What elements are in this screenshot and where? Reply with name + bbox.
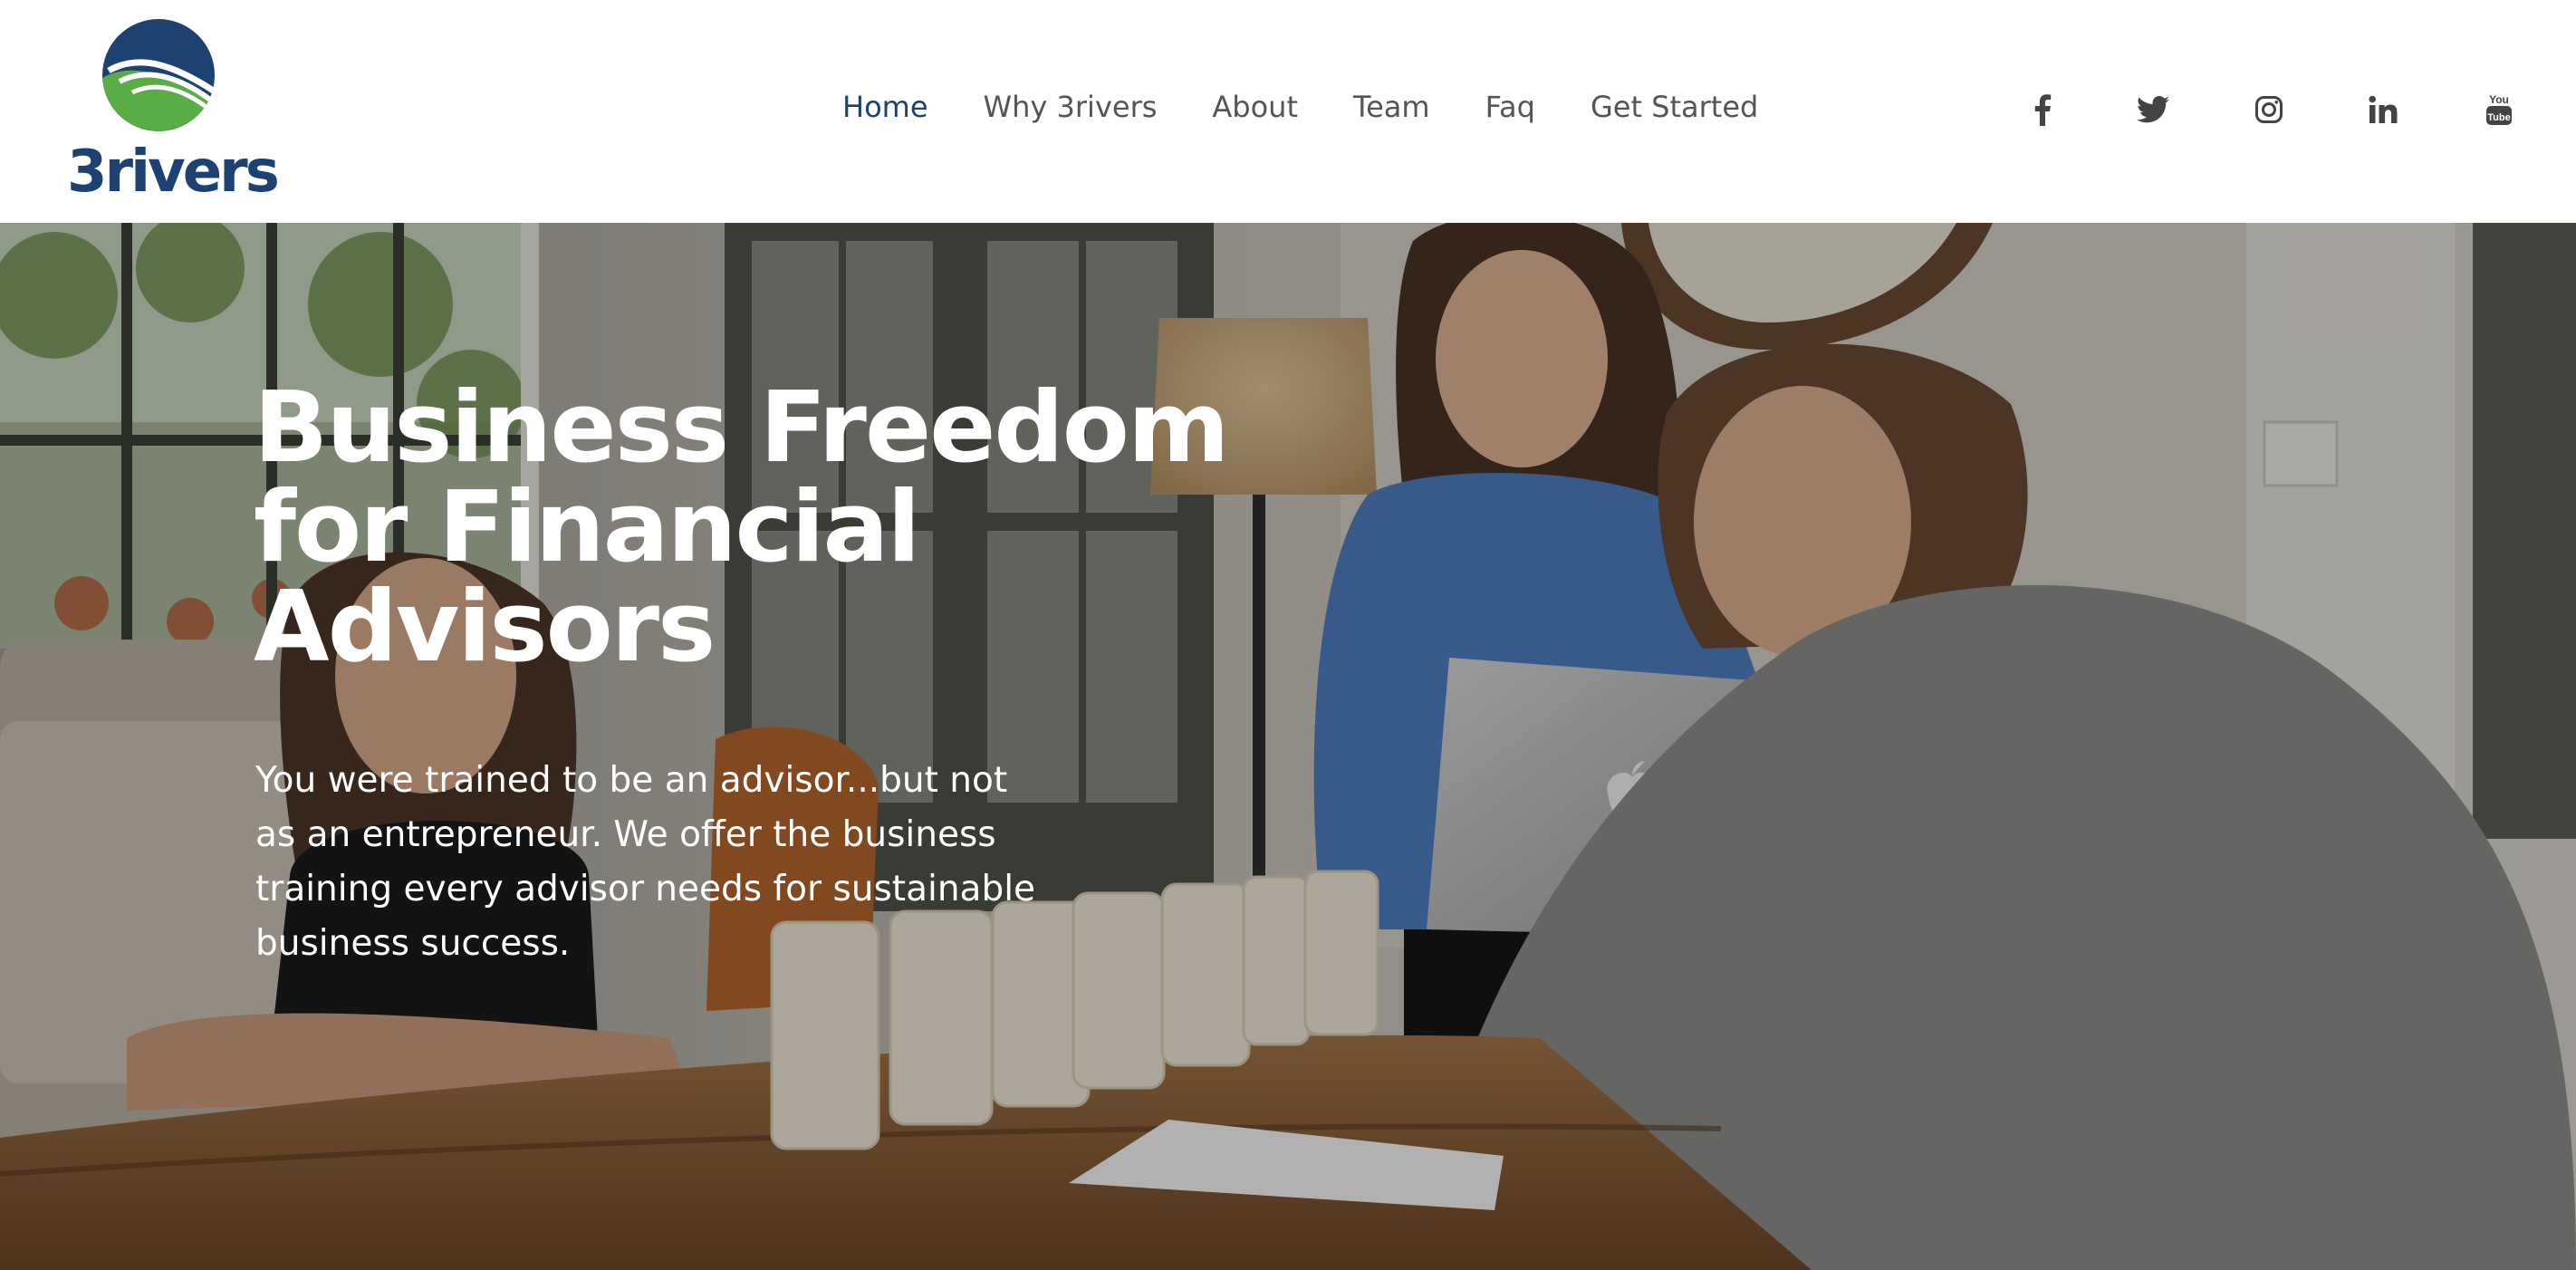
hero-title: Business Freedom for Financial Advisors — [254, 371, 1229, 684]
hero-subtitle: You were trained to be an advisor...but … — [255, 760, 1036, 964]
youtube-icon[interactable]: You Tube — [2476, 87, 2522, 132]
svg-text:You: You — [2489, 93, 2509, 106]
linkedin-icon[interactable] — [2360, 87, 2406, 132]
facebook-icon[interactable] — [2020, 87, 2065, 132]
nav-about[interactable]: About — [1212, 90, 1298, 124]
nav-get-started[interactable]: Get Started — [1591, 90, 1758, 124]
main-nav: Home Why 3rivers About Team Faq Get Star… — [842, 80, 1758, 134]
hero-section: Business Freedom for Financial Advisors … — [0, 223, 2576, 1270]
nav-faq[interactable]: Faq — [1485, 90, 1535, 124]
svg-text:Tube: Tube — [2487, 112, 2510, 123]
instagram-icon[interactable] — [2246, 87, 2292, 132]
nav-why-3rivers[interactable]: Why 3rivers — [984, 90, 1158, 124]
brand-wordmark: 3rivers — [67, 139, 280, 206]
logo-mark-icon — [102, 19, 215, 131]
brand-logo[interactable]: 3rivers — [63, 16, 280, 207]
nav-home[interactable]: Home — [842, 90, 928, 124]
twitter-icon[interactable] — [2130, 87, 2176, 132]
nav-team[interactable]: Team — [1353, 90, 1430, 124]
site-header: 3rivers Home Why 3rivers About Team Faq … — [0, 0, 2576, 223]
